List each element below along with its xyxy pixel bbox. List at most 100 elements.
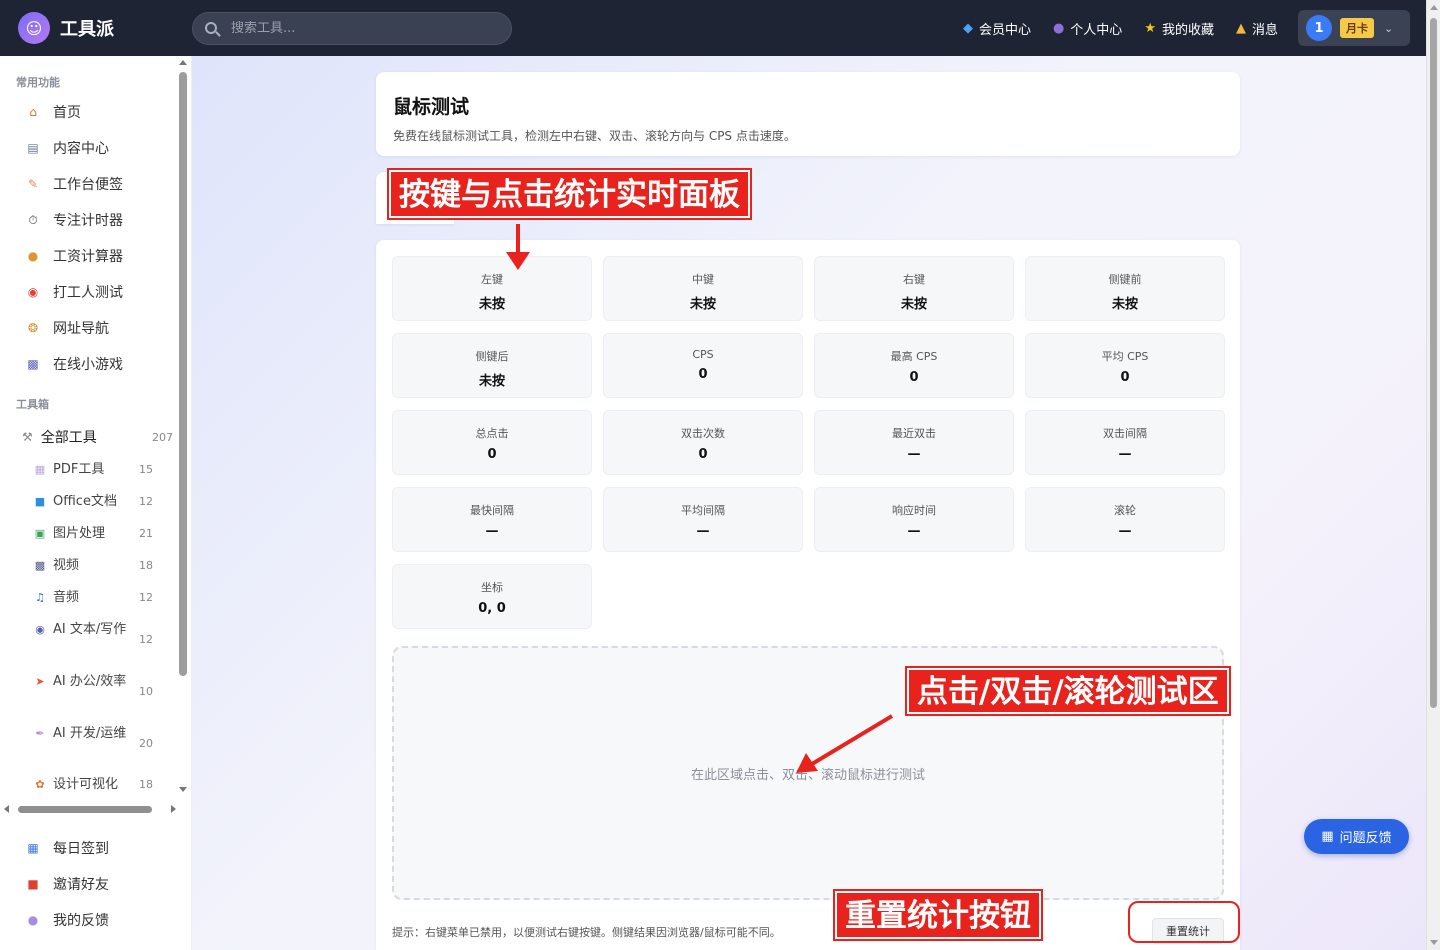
sidebar-item-content[interactable]: ▤ 内容中心	[0, 130, 191, 166]
sidebar-item-test[interactable]: ◉ 打工人测试	[0, 274, 191, 310]
stat-right-button: 右键 未按	[814, 256, 1014, 321]
gift-icon: ■	[27, 877, 39, 891]
scroll-down-icon[interactable]	[179, 787, 187, 792]
diamond-icon: ◆	[962, 20, 973, 36]
sidebar-item-nav[interactable]: ❂ 网址导航	[0, 310, 191, 346]
stat-value: 0	[909, 370, 919, 385]
stat-value: —	[1118, 524, 1132, 539]
chevron-down-icon[interactable]: ⌄	[1384, 22, 1393, 35]
scrollbar-thumb[interactable]	[1430, 18, 1437, 708]
stat-last-double-click: 最近双击 —	[814, 410, 1014, 475]
scroll-up-icon[interactable]	[179, 60, 187, 65]
sidebar-item-label: Office文档	[53, 494, 117, 509]
sidebar-item-image[interactable]: ▣ 图片处理 21	[0, 518, 191, 550]
scroll-right-icon[interactable]	[171, 805, 176, 813]
stat-value: 未按	[478, 374, 505, 389]
money-bag-icon: ●	[27, 249, 39, 263]
stat-value: 0	[1120, 370, 1130, 385]
section-common: 常用功能	[16, 76, 60, 89]
stat-label: 侧键前	[1108, 273, 1142, 286]
scroll-left-icon[interactable]	[4, 805, 9, 813]
stat-value: 0	[698, 367, 708, 382]
feedback-floating-button[interactable]: ▦ 问题反馈	[1304, 819, 1409, 854]
sidebar-item-checkin[interactable]: ▦ 每日签到	[0, 830, 192, 866]
nav-member-center[interactable]: ◆ 会员中心	[963, 19, 1031, 38]
sidebar-item-ai-dev[interactable]: ✒ AI 开发/运维 20	[0, 718, 191, 770]
window-scrollbar[interactable]	[1426, 0, 1440, 950]
nav-personal-center[interactable]: ● 个人中心	[1053, 19, 1122, 38]
tool-count: 15	[139, 463, 153, 476]
search-box[interactable]	[192, 11, 512, 45]
tool-count: 18	[139, 559, 153, 572]
sidebar-item-memo[interactable]: ✎ 工作台便签	[0, 166, 191, 202]
annotation-stats-panel: 按键与点击统计实时面板	[389, 170, 750, 218]
sidebar-item-label: 设计可视化	[53, 777, 119, 792]
page-header-card: 鼠标测试 免费在线鼠标测试工具，检测左中右键、双击、滚轮方向与 CPS 点击速度…	[376, 72, 1240, 156]
sidebar-item-games[interactable]: ▩ 在线小游戏	[0, 346, 191, 382]
sidebar-item-label: 在线小游戏	[53, 357, 123, 373]
memo-icon: ✎	[27, 177, 39, 191]
bell-icon: ▲	[1235, 20, 1246, 36]
sidebar-item-home[interactable]: ⌂ 首页	[0, 94, 191, 130]
stats-panel: 左键 未按 中键 未按 右键 未按 侧键前 未按 侧键后 未按 CPS 0 最高 CPS 0 …	[376, 240, 1240, 950]
tools-icon: ⚒	[22, 430, 33, 444]
stat-label: 最近双击	[892, 427, 936, 440]
nav-favorites[interactable]: ★ 我的收藏	[1144, 19, 1214, 38]
scroll-up-icon[interactable]	[1430, 5, 1438, 10]
top-nav: ◆ 会员中心 ● 个人中心 ★ 我的收藏 ▲ 消息 1 月卡 ⌄	[941, 10, 1410, 46]
nav-messages[interactable]: ▲ 消息	[1236, 19, 1278, 38]
search-input[interactable]	[231, 20, 491, 36]
home-icon: ⌂	[29, 105, 37, 119]
stat-response-time: 响应时间 —	[814, 487, 1014, 552]
stat-double-click-interval: 双击间隔 —	[1025, 410, 1225, 475]
stat-label: 滚轮	[1114, 504, 1136, 517]
sidebar-item-office[interactable]: ■ Office文档 12	[0, 486, 191, 518]
scroll-down-icon[interactable]	[1430, 940, 1438, 945]
avatar[interactable]: 1	[1306, 15, 1332, 41]
sidebar-horizontal-scrollbar[interactable]	[4, 804, 176, 816]
stat-left-button: 左键 未按	[392, 256, 592, 321]
page-title: 鼠标测试	[393, 96, 470, 118]
sidebar-item-audio[interactable]: ♫ 音频 12	[0, 582, 191, 614]
tool-count: 12	[139, 591, 153, 604]
sidebar-item-label: PDF工具	[53, 462, 105, 477]
sidebar-item-label: 内容中心	[53, 141, 109, 157]
sidebar-item-design[interactable]: ✿ 设计可视化 18	[0, 770, 191, 800]
stat-value: —	[1118, 447, 1132, 462]
sidebar-item-video[interactable]: ▩ 视频 18	[0, 550, 191, 582]
user-menu[interactable]: 1 月卡 ⌄	[1298, 10, 1410, 46]
vip-badge: 月卡	[1340, 18, 1374, 38]
sidebar-item-timer[interactable]: ⏱ 专注计时器	[0, 202, 191, 238]
stat-label: 平均间隔	[681, 504, 725, 517]
stat-avg-interval: 平均间隔 —	[603, 487, 803, 552]
sidebar-bottom: ▦ 每日签到 ■ 邀请好友 ● 我的反馈	[0, 830, 192, 938]
sidebar-scrollbar[interactable]	[178, 60, 188, 792]
stat-wheel: 滚轮 —	[1025, 487, 1225, 552]
main-content: 鼠标测试 免费在线鼠标测试工具，检测左中右键、双击、滚轮方向与 CPS 点击速度…	[192, 56, 1426, 950]
stat-cps: CPS 0	[603, 333, 803, 398]
sidebar-item-ai-office[interactable]: ➤ AI 办公/效率 10	[0, 666, 191, 718]
scrollbar-thumb[interactable]	[179, 72, 187, 676]
sidebar-item-label: 专注计时器	[53, 213, 123, 229]
stat-middle-button: 中键 未按	[603, 256, 803, 321]
tool-count: 10	[139, 685, 153, 698]
stat-value: 0	[698, 447, 708, 462]
sidebar-item-label: 全部工具	[40, 430, 97, 446]
sidebar-item-invite[interactable]: ■ 邀请好友	[0, 866, 192, 902]
scrollbar-thumb[interactable]	[18, 806, 152, 813]
sidebar-item-all-tools[interactable]: ⚒ 全部工具 207	[0, 420, 191, 454]
timer-icon: ⏱	[28, 212, 38, 227]
sidebar-item-ai-writing[interactable]: ◉ AI 文本/写作 12	[0, 614, 191, 666]
stat-value: —	[907, 447, 921, 462]
sidebar-item-feedback[interactable]: ● 我的反馈	[0, 902, 192, 938]
stat-value: —	[907, 524, 921, 539]
top-bar: ☺ 工具派 ◆ 会员中心 ● 个人中心 ★ 我的收藏 ▲ 消息 1 月卡 ⌄	[0, 0, 1426, 56]
sidebar-item-label: 音频	[53, 590, 80, 605]
sidebar-item-pdf[interactable]: ▦ PDF工具 15	[0, 454, 191, 486]
sidebar-item-label: AI 办公/效率	[53, 674, 127, 689]
test-area-text: 在此区域点击、双击、滚动鼠标进行测试	[690, 767, 925, 783]
compass-icon: ❂	[27, 321, 39, 335]
section-tools: 工具箱	[16, 398, 49, 411]
sidebar-item-salary[interactable]: ● 工资计算器	[0, 238, 191, 274]
logo[interactable]: ☺ 工具派	[18, 12, 192, 44]
